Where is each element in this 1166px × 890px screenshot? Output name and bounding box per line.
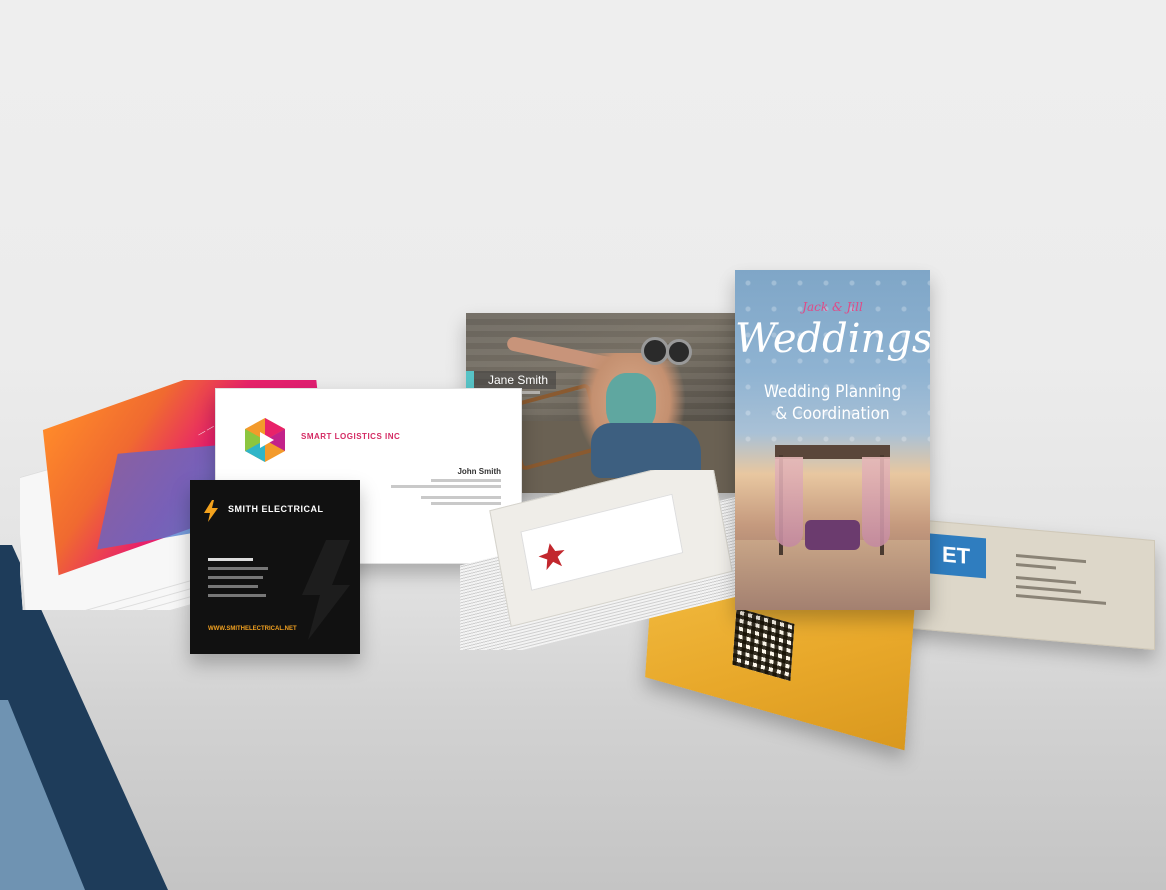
- wedding-subtitle-line2: & Coordination: [775, 404, 890, 424]
- photo-card-name: Jane Smith: [466, 371, 557, 389]
- hexagon-play-logo-icon: [245, 418, 285, 462]
- beach-gazebo-image: [775, 445, 890, 565]
- electrical-website: WWW.SMITHELECTRICAL.NET: [208, 626, 297, 632]
- lightning-bolt-icon: [204, 500, 218, 522]
- wedding-title: Weddings: [735, 316, 930, 362]
- product-scene: — — Jane Smith SMART LOGISTICS INC John …: [0, 0, 1166, 890]
- electrical-contact-lines: [208, 558, 268, 603]
- wedding-flyer: Jack & Jill Weddings Wedding Planning & …: [735, 270, 930, 610]
- electrical-company-name: SMITH ELECTRICAL: [228, 504, 324, 514]
- wedding-brand: Jack & Jill: [802, 300, 863, 314]
- white-card-stack: [460, 470, 745, 650]
- logistics-company-name: SMART LOGISTICS INC: [301, 432, 401, 441]
- red-star-logo-icon: [537, 540, 568, 571]
- goggles-icon: [641, 337, 669, 365]
- wedding-subtitle-line1: Wedding Planning: [763, 382, 902, 402]
- kraft-card-logo: ET: [926, 533, 986, 579]
- electrical-business-card: SMITH ELECTRICAL WWW.SMITHELECTRICAL.NET: [190, 480, 360, 654]
